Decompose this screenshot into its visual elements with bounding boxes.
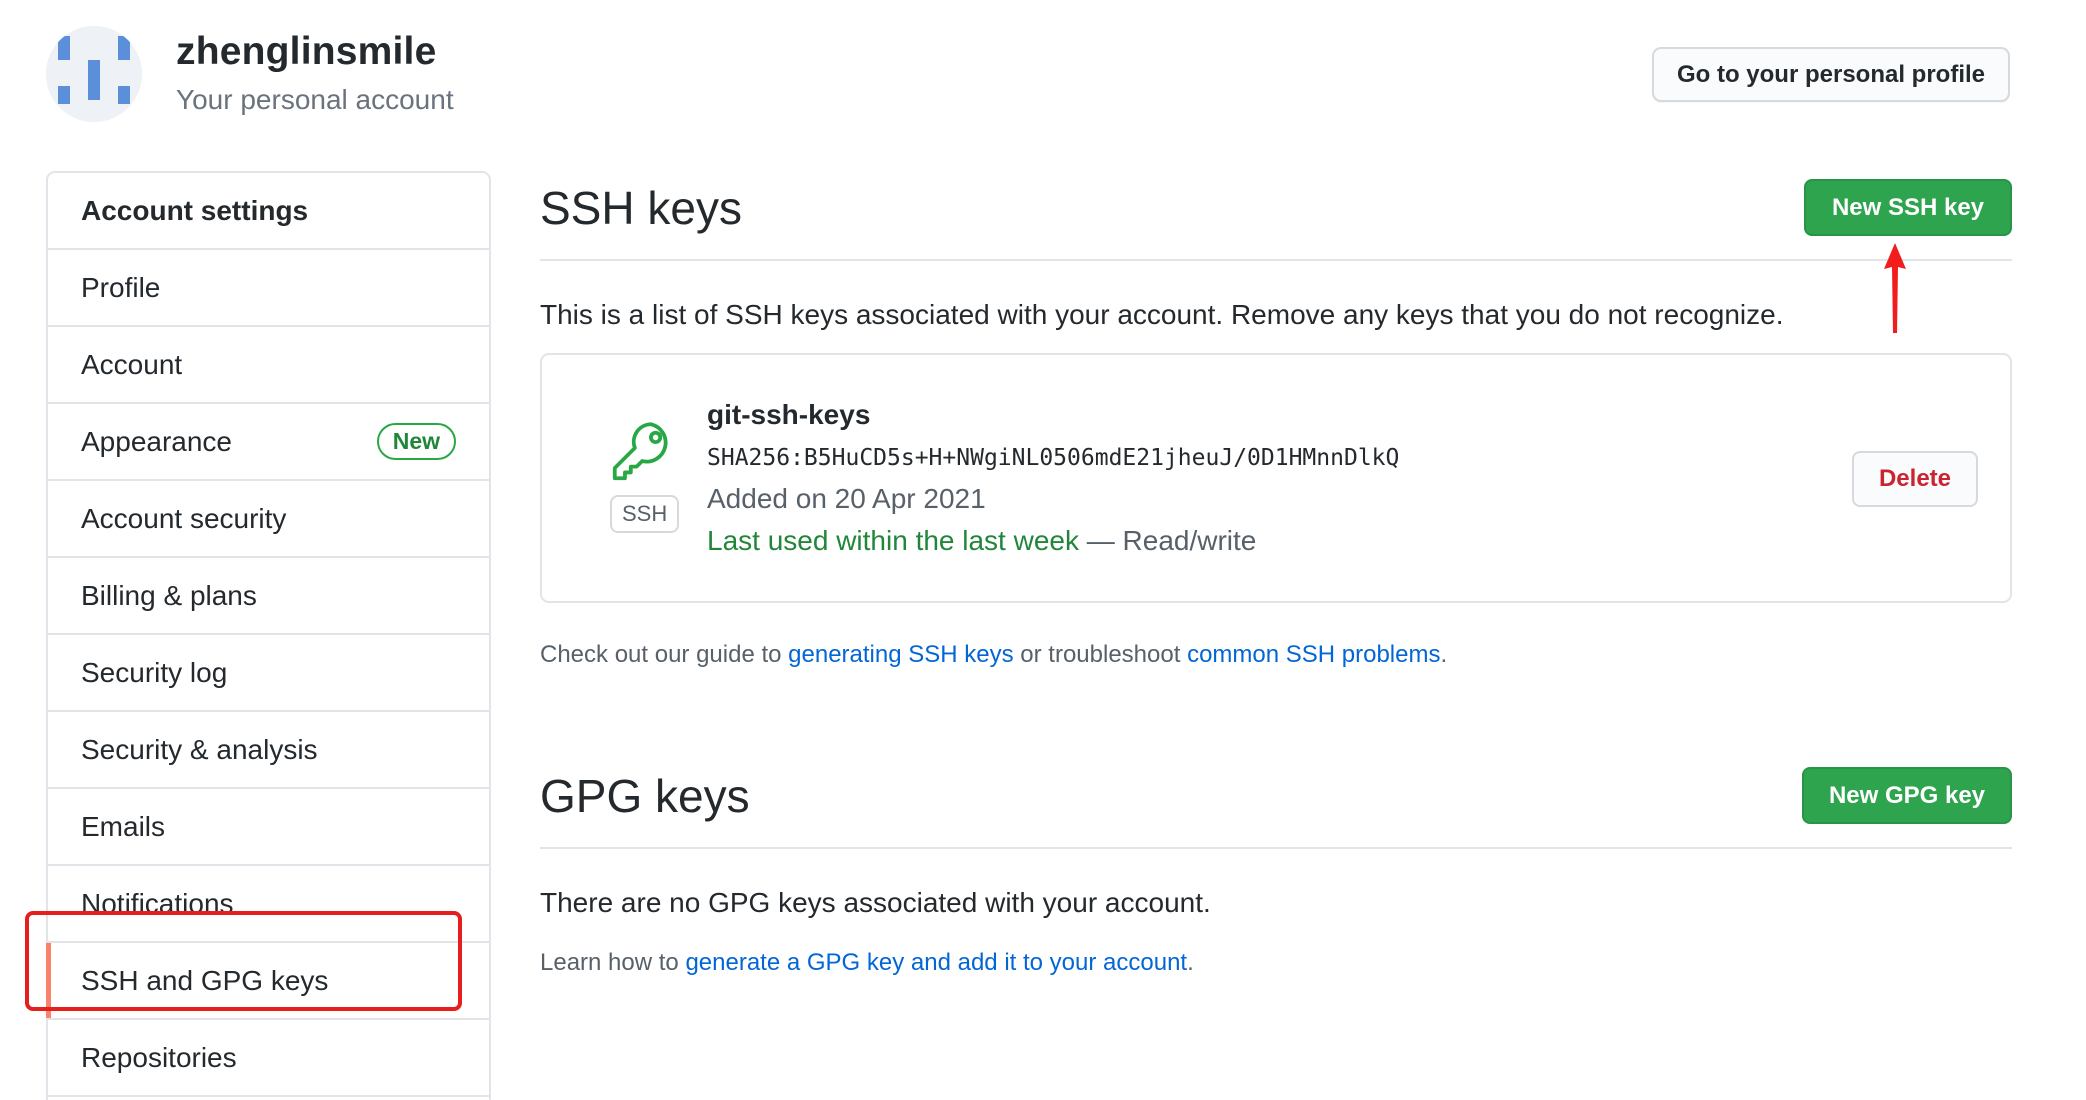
learn-prefix: Learn how to: [540, 949, 686, 976]
common-ssh-problems-link[interactable]: common SSH problems: [1187, 641, 1440, 668]
sidebar-item-ssh-gpg-keys[interactable]: SSH and GPG keys: [46, 943, 489, 1020]
generate-gpg-key-link[interactable]: generate a GPG key and add it to your ac…: [685, 949, 1187, 976]
sidebar-item-label: Security log: [81, 656, 228, 688]
sidebar-item-profile[interactable]: Profile: [48, 250, 489, 327]
ssh-type-label: SSH: [610, 495, 680, 533]
ssh-key-name: git-ssh-keys: [707, 399, 871, 430]
ssh-section-header: SSH keys New SSH key: [540, 171, 2012, 261]
ssh-key-item: SSH git-ssh-keys SHA256:B5HuCD5s+H+NWgiN…: [540, 353, 2012, 603]
main-content: SSH keys New SSH key This is a list of S…: [540, 171, 2012, 977]
sidebar-item-label: Notifications: [81, 887, 234, 919]
gpg-learn-text: Learn how to generate a GPG key and add …: [540, 949, 2012, 977]
identicon-icon: [46, 26, 142, 122]
guide-prefix: Check out our guide to: [540, 641, 789, 668]
sidebar-item-label: Emails: [81, 810, 166, 842]
gpg-section-header: GPG keys New GPG key: [540, 759, 2012, 849]
guide-suffix: .: [1440, 641, 1448, 668]
ssh-intro-text: This is a list of SSH keys associated wi…: [540, 299, 1784, 330]
sidebar-item-label: Security & analysis: [81, 733, 318, 765]
sidebar-item-label: Account: [81, 348, 183, 380]
sidebar-item-repositories[interactable]: Repositories: [48, 1020, 489, 1097]
user-name[interactable]: zhenglinsmile: [176, 30, 436, 74]
sidebar-item-security-log[interactable]: Security log: [48, 635, 489, 712]
ssh-key-usage: Last used within the last week — Read/wr…: [707, 525, 1256, 557]
sidebar-item-emails[interactable]: Emails: [48, 789, 489, 866]
sidebar-title: Account settings: [48, 173, 489, 250]
sidebar-item-label: Billing & plans: [81, 579, 257, 611]
sidebar-item-label: Account security: [81, 502, 287, 534]
avatar[interactable]: [46, 26, 142, 122]
learn-suffix: .: [1187, 949, 1194, 976]
account-type-label: Your personal account: [176, 84, 454, 115]
sidebar-item-security-analysis[interactable]: Security & analysis: [48, 712, 489, 789]
gpg-empty-text: There are no GPG keys associated with yo…: [540, 887, 1211, 918]
sidebar-item-account-security[interactable]: Account security: [48, 481, 489, 558]
gpg-keys-title: GPG keys: [540, 770, 750, 822]
ssh-key-added-date: Added on 20 Apr 2021: [707, 483, 986, 514]
sidebar-item-label: Appearance: [81, 425, 233, 457]
sidebar-item-notifications[interactable]: Notifications: [48, 866, 489, 943]
go-to-profile-button[interactable]: Go to your personal profile: [1652, 47, 2010, 102]
ssh-key-last-used: Last used within the last week: [707, 525, 1079, 556]
sidebar-item-label: Profile: [81, 271, 161, 303]
key-icon: [612, 422, 668, 481]
ssh-key-access: — Read/write: [1086, 525, 1257, 556]
settings-sidebar: Account settings Profile Account Appeara…: [46, 171, 491, 1100]
sidebar-item-appearance[interactable]: Appearance New: [48, 404, 489, 481]
sidebar-item-label: SSH and GPG keys: [81, 964, 329, 996]
delete-ssh-key-button[interactable]: Delete: [1852, 451, 1978, 507]
new-gpg-key-button[interactable]: New GPG key: [1802, 767, 2012, 824]
gpg-section: GPG keys New GPG key There are no GPG ke…: [540, 759, 2012, 977]
guide-middle: or troubleshoot: [1013, 641, 1188, 668]
new-badge: New: [376, 423, 456, 460]
generating-ssh-keys-link[interactable]: generating SSH keys: [788, 641, 1013, 668]
ssh-keys-title: SSH keys: [540, 182, 742, 234]
new-ssh-key-button[interactable]: New SSH key: [1804, 179, 2012, 236]
ssh-guide-text: Check out our guide to generating SSH ke…: [540, 641, 2012, 669]
sidebar-item-label: Repositories: [81, 1041, 237, 1073]
sidebar-item-billing[interactable]: Billing & plans: [48, 558, 489, 635]
ssh-key-fingerprint: SHA256:B5HuCD5s+H+NWgiNL0506mdE21jheuJ/0…: [707, 445, 1400, 471]
sidebar-item-account[interactable]: Account: [48, 327, 489, 404]
